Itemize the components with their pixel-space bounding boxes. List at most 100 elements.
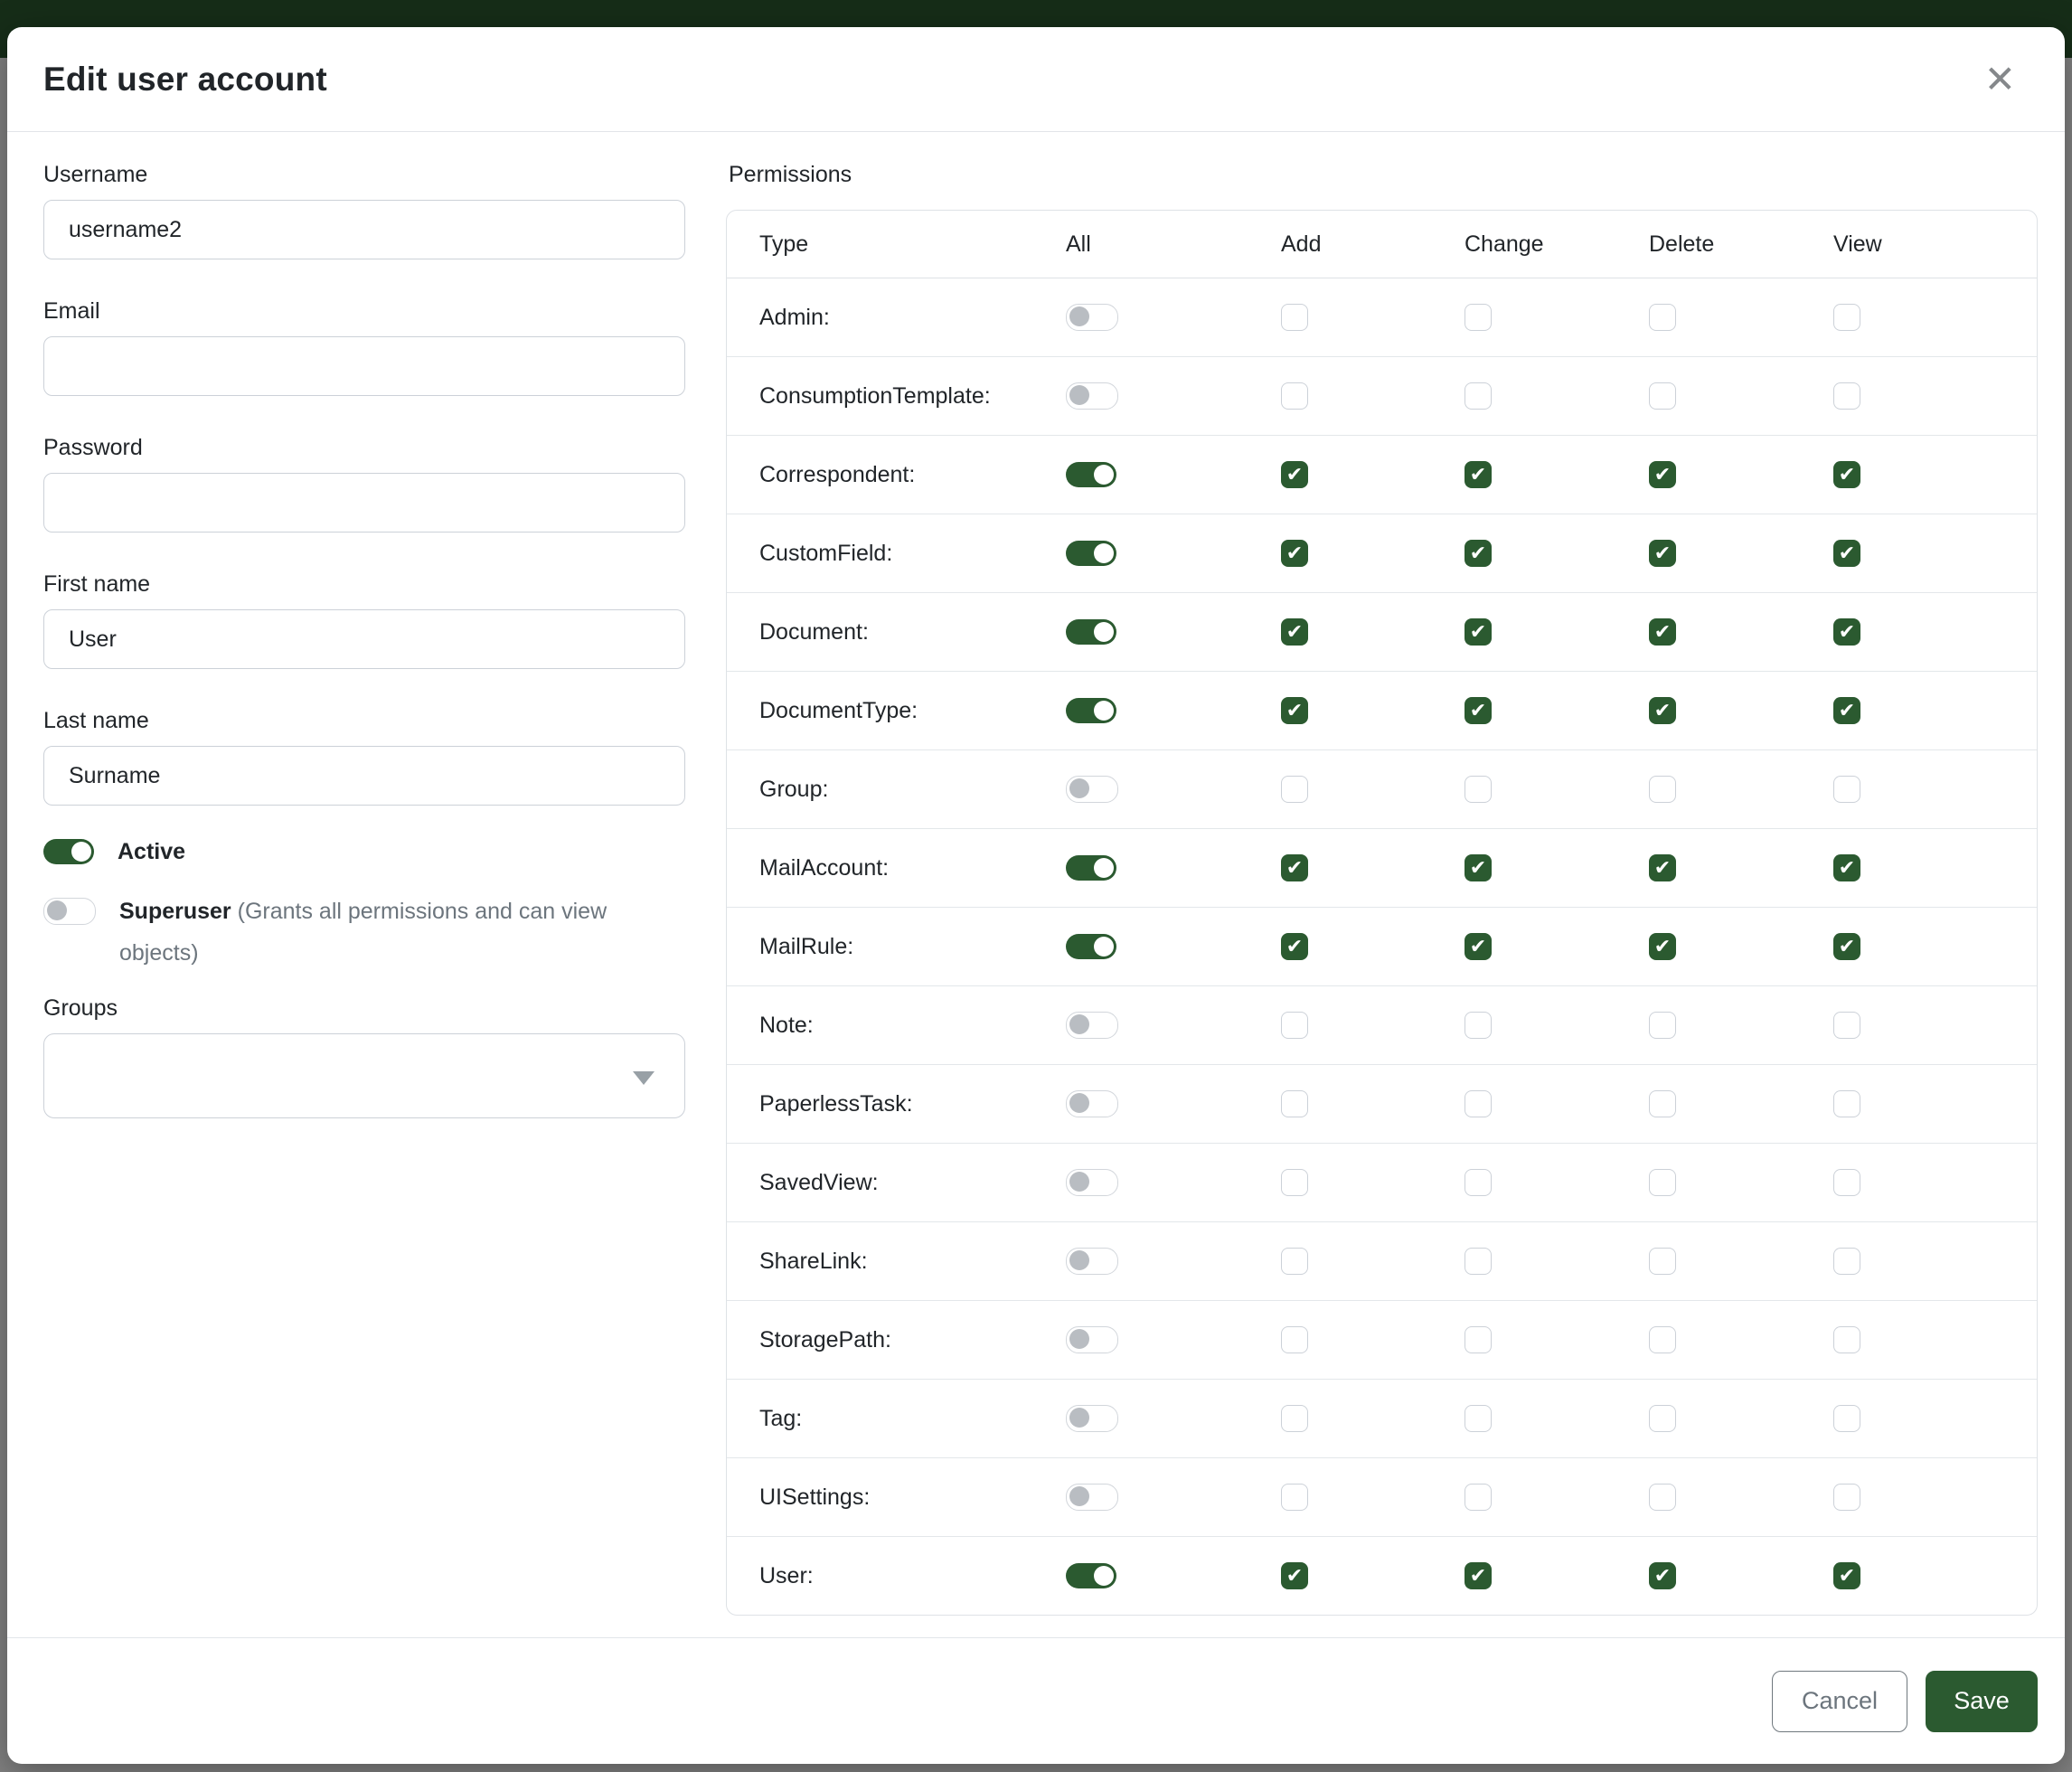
change-checkbox[interactable] xyxy=(1465,1405,1492,1432)
all-toggle[interactable] xyxy=(1066,1563,1116,1588)
all-toggle[interactable] xyxy=(1066,1012,1118,1039)
add-checkbox[interactable]: ✔ xyxy=(1281,933,1308,960)
add-checkbox[interactable]: ✔ xyxy=(1281,697,1308,724)
change-checkbox[interactable] xyxy=(1465,776,1492,803)
view-checkbox[interactable] xyxy=(1833,1090,1860,1117)
change-checkbox[interactable] xyxy=(1465,1169,1492,1196)
view-checkbox[interactable]: ✔ xyxy=(1833,540,1860,567)
change-checkbox[interactable]: ✔ xyxy=(1465,618,1492,646)
add-checkbox[interactable] xyxy=(1281,304,1308,331)
superuser-toggle[interactable] xyxy=(43,898,96,925)
add-checkbox[interactable] xyxy=(1281,382,1308,410)
view-checkbox[interactable] xyxy=(1833,1326,1860,1353)
delete-checkbox[interactable]: ✔ xyxy=(1649,697,1676,724)
delete-checkbox[interactable] xyxy=(1649,1012,1676,1039)
delete-checkbox[interactable] xyxy=(1649,1248,1676,1275)
view-checkbox[interactable]: ✔ xyxy=(1833,933,1860,960)
add-checkbox[interactable] xyxy=(1281,1090,1308,1117)
delete-checkbox[interactable] xyxy=(1649,382,1676,410)
delete-checkbox[interactable]: ✔ xyxy=(1649,540,1676,567)
password-field[interactable] xyxy=(43,473,685,533)
change-checkbox[interactable] xyxy=(1465,304,1492,331)
close-icon[interactable]: ✕ xyxy=(1984,61,2016,99)
all-toggle[interactable] xyxy=(1066,304,1118,331)
change-checkbox[interactable]: ✔ xyxy=(1465,461,1492,488)
add-checkbox[interactable] xyxy=(1281,1248,1308,1275)
delete-checkbox[interactable] xyxy=(1649,776,1676,803)
add-checkbox[interactable] xyxy=(1281,1012,1308,1039)
all-toggle[interactable] xyxy=(1066,541,1116,566)
email-field[interactable] xyxy=(43,336,685,396)
change-checkbox[interactable] xyxy=(1465,1012,1492,1039)
username-input[interactable] xyxy=(43,200,685,259)
change-checkbox[interactable] xyxy=(1465,1090,1492,1117)
delete-checkbox[interactable] xyxy=(1649,304,1676,331)
all-toggle[interactable] xyxy=(1066,1484,1118,1511)
view-checkbox[interactable] xyxy=(1833,1012,1860,1039)
view-checkbox[interactable] xyxy=(1833,382,1860,410)
view-checkbox[interactable]: ✔ xyxy=(1833,1562,1860,1589)
delete-checkbox[interactable]: ✔ xyxy=(1649,618,1676,646)
delete-checkbox[interactable]: ✔ xyxy=(1649,854,1676,881)
add-checkbox[interactable]: ✔ xyxy=(1281,618,1308,646)
delete-checkbox[interactable] xyxy=(1649,1326,1676,1353)
last-name-field[interactable] xyxy=(43,746,685,806)
add-checkbox[interactable] xyxy=(1281,1326,1308,1353)
delete-checkbox[interactable] xyxy=(1649,1405,1676,1432)
all-toggle[interactable] xyxy=(1066,462,1116,487)
all-toggle[interactable] xyxy=(1066,776,1118,803)
change-checkbox[interactable]: ✔ xyxy=(1465,540,1492,567)
cancel-button[interactable]: Cancel xyxy=(1772,1671,1907,1732)
delete-checkbox[interactable]: ✔ xyxy=(1649,933,1676,960)
change-checkbox[interactable] xyxy=(1465,1484,1492,1511)
view-checkbox[interactable]: ✔ xyxy=(1833,697,1860,724)
delete-checkbox[interactable]: ✔ xyxy=(1649,461,1676,488)
delete-checkbox[interactable]: ✔ xyxy=(1649,1562,1676,1589)
modal-body: Username Email Password First name Last xyxy=(7,132,2065,1616)
add-checkbox[interactable]: ✔ xyxy=(1281,461,1308,488)
all-toggle[interactable] xyxy=(1066,382,1118,410)
view-checkbox[interactable] xyxy=(1833,1248,1860,1275)
change-checkbox[interactable]: ✔ xyxy=(1465,697,1492,724)
all-toggle[interactable] xyxy=(1066,1326,1118,1353)
delete-checkbox[interactable] xyxy=(1649,1090,1676,1117)
change-checkbox[interactable] xyxy=(1465,1248,1492,1275)
all-toggle[interactable] xyxy=(1066,1090,1118,1117)
groups-select[interactable] xyxy=(43,1033,685,1118)
all-toggle[interactable] xyxy=(1066,619,1116,645)
add-checkbox[interactable] xyxy=(1281,776,1308,803)
delete-checkbox[interactable] xyxy=(1649,1169,1676,1196)
all-toggle[interactable] xyxy=(1066,1169,1118,1196)
save-button[interactable]: Save xyxy=(1926,1671,2038,1732)
all-toggle[interactable] xyxy=(1066,855,1116,881)
all-toggle[interactable] xyxy=(1066,1248,1118,1275)
change-checkbox[interactable] xyxy=(1465,1326,1492,1353)
first-name-field[interactable] xyxy=(43,609,685,669)
add-checkbox[interactable]: ✔ xyxy=(1281,1562,1308,1589)
view-checkbox[interactable] xyxy=(1833,1169,1860,1196)
active-toggle[interactable] xyxy=(43,839,94,864)
view-checkbox[interactable] xyxy=(1833,776,1860,803)
change-checkbox[interactable] xyxy=(1465,382,1492,410)
all-toggle[interactable] xyxy=(1066,1405,1118,1432)
view-checkbox[interactable]: ✔ xyxy=(1833,461,1860,488)
permission-type-label: SavedView: xyxy=(727,1144,1066,1222)
column-header-add: Add xyxy=(1281,211,1465,278)
delete-checkbox[interactable] xyxy=(1649,1484,1676,1511)
view-checkbox[interactable] xyxy=(1833,1405,1860,1432)
view-checkbox[interactable]: ✔ xyxy=(1833,618,1860,646)
all-toggle[interactable] xyxy=(1066,934,1116,959)
add-checkbox[interactable] xyxy=(1281,1405,1308,1432)
view-checkbox[interactable] xyxy=(1833,1484,1860,1511)
add-checkbox[interactable]: ✔ xyxy=(1281,854,1308,881)
password-field-group: Password xyxy=(43,435,685,533)
change-checkbox[interactable]: ✔ xyxy=(1465,854,1492,881)
view-checkbox[interactable]: ✔ xyxy=(1833,854,1860,881)
view-checkbox[interactable] xyxy=(1833,304,1860,331)
add-checkbox[interactable] xyxy=(1281,1484,1308,1511)
add-checkbox[interactable] xyxy=(1281,1169,1308,1196)
change-checkbox[interactable]: ✔ xyxy=(1465,933,1492,960)
change-checkbox[interactable]: ✔ xyxy=(1465,1562,1492,1589)
add-checkbox[interactable]: ✔ xyxy=(1281,540,1308,567)
all-toggle[interactable] xyxy=(1066,698,1116,723)
